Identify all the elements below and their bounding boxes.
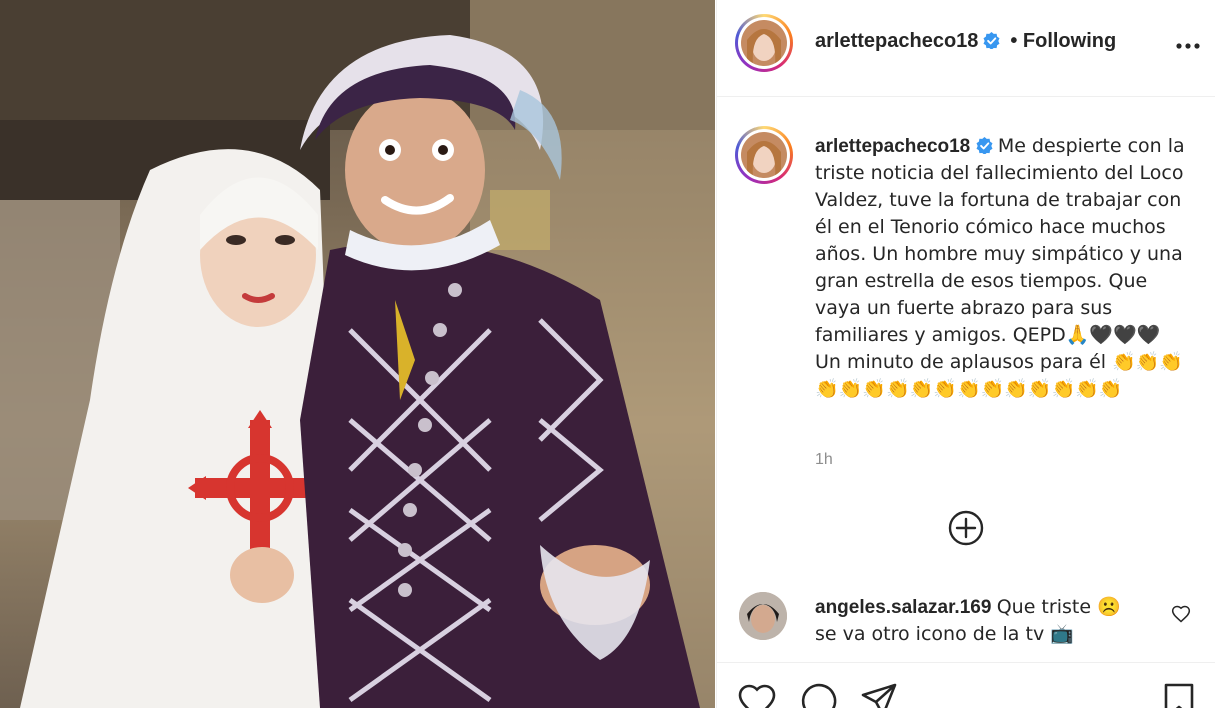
caption-text: Me despierte con la triste noticia del f… bbox=[815, 135, 1185, 400]
comment-icon[interactable] bbox=[799, 681, 839, 708]
commenter-avatar[interactable] bbox=[739, 592, 787, 640]
bookmark-icon[interactable] bbox=[1159, 681, 1199, 708]
post-detail-panel: arlettepacheco18 • Following arlettepach… bbox=[716, 0, 1215, 708]
share-icon[interactable] bbox=[859, 681, 899, 708]
post-header: arlettepacheco18 • Following bbox=[717, 0, 1215, 97]
post-caption: arlettepacheco18 Me despierte con la tri… bbox=[815, 133, 1190, 403]
plus-circle-icon[interactable] bbox=[947, 509, 985, 547]
photo-illustration bbox=[0, 0, 715, 708]
verified-badge-icon bbox=[983, 32, 1000, 49]
header-info: arlettepacheco18 • Following bbox=[815, 30, 1116, 53]
verified-badge-icon bbox=[976, 137, 993, 154]
caption-username[interactable]: arlettepacheco18 bbox=[815, 136, 970, 157]
post-photo[interactable] bbox=[0, 0, 715, 708]
following-button[interactable]: • Following bbox=[1010, 30, 1116, 52]
heart-icon[interactable] bbox=[737, 681, 777, 708]
heart-icon[interactable] bbox=[1171, 604, 1191, 624]
avatar-image bbox=[741, 20, 787, 66]
comment-body: angeles.salazar.169 Que triste ☹️ se va … bbox=[815, 594, 1145, 648]
post-actions bbox=[717, 662, 1215, 708]
author-username[interactable]: arlettepacheco18 bbox=[815, 30, 978, 52]
avatar-image bbox=[739, 592, 787, 640]
caption-avatar[interactable] bbox=[735, 126, 793, 184]
more-options-icon[interactable] bbox=[1174, 36, 1202, 56]
commenter-username[interactable]: angeles.salazar.169 bbox=[815, 597, 991, 618]
avatar-image bbox=[741, 132, 787, 178]
comment-item: angeles.salazar.169 Que triste ☹️ se va … bbox=[739, 592, 1199, 660]
author-avatar[interactable] bbox=[735, 14, 793, 72]
post-timestamp[interactable]: 1h bbox=[815, 451, 833, 469]
